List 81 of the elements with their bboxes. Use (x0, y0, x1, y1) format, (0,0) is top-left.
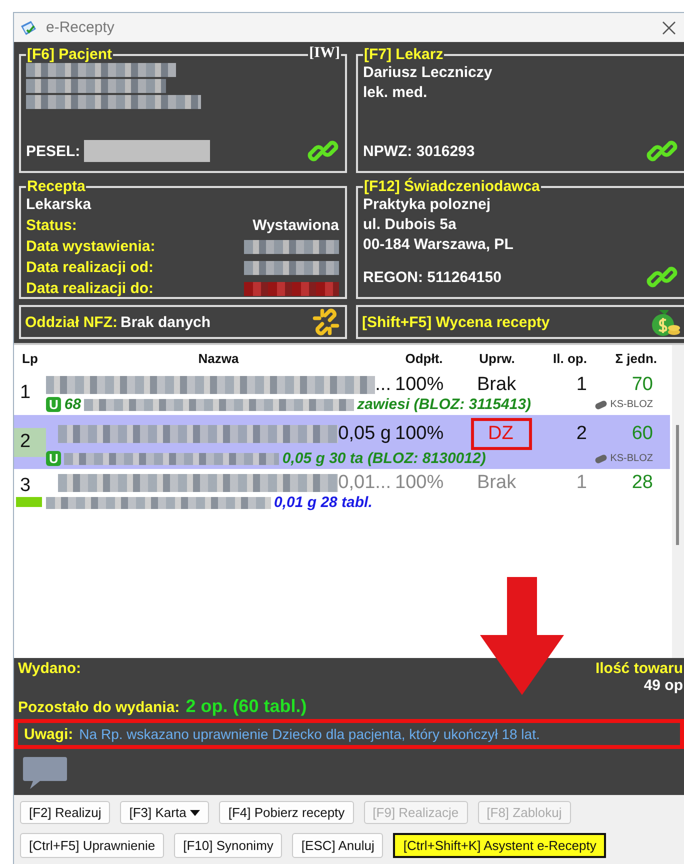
comment-icon[interactable] (22, 755, 68, 791)
table-cell-text: 100% (394, 423, 445, 445)
package-info: 0,05 g 30 ta (BLOZ: 8130012) (282, 450, 486, 467)
provider-info: 00-184 Warszawa, PL (363, 235, 514, 255)
entitlement-cell-text: Brak (476, 472, 518, 494)
table-cell-text: 1 (575, 472, 587, 494)
table-cell-text: 60 (630, 423, 654, 445)
column-header[interactable]: Σ jedn. (587, 350, 657, 366)
field-label: Data realizacji od: (26, 258, 154, 278)
nfz-value: Brak danych (120, 314, 211, 330)
window-title: e-Recepty (46, 19, 114, 36)
panel-title: [F7] Lekarz (363, 47, 444, 63)
status-value: Wystawiona (252, 216, 339, 236)
status-badge: U (46, 397, 62, 412)
table-cell-text: 3 (20, 474, 32, 496)
remaining-label: Pozostało do wydania: (18, 699, 180, 716)
scrollbar[interactable] (672, 345, 684, 658)
provider-id: REGON: 511264150 (363, 268, 502, 286)
drug-name-end: 0,01... (338, 472, 391, 494)
panel-title: [F6] Pacjent (26, 47, 114, 63)
toolbar-button[interactable]: [F4] Pobierz recepty (219, 801, 354, 824)
broken-link-icon[interactable] (311, 307, 341, 337)
table-cell-text: 100% (394, 472, 445, 494)
column-header[interactable]: Nazwa (46, 350, 391, 366)
panel-title: [F12] Świadczeniodawca (363, 179, 541, 195)
panel-title: Recepta (26, 179, 86, 195)
doctor-id: NPWZ: 3016293 (363, 142, 475, 160)
entitlement-cell: DZ (471, 418, 532, 450)
pricing-label: [Shift+F5] Wycena recepty (362, 314, 550, 330)
provider-info: Praktyka poloznej (363, 195, 492, 215)
status-bar-mark (16, 496, 42, 506)
source-label: KS-BLOZ (610, 399, 653, 410)
table-cell-text: 1 (575, 374, 587, 396)
stock-label: Ilość towaru (595, 660, 683, 677)
field-label: Data wystawienia: (26, 237, 156, 257)
source-label: KS-BLOZ (610, 453, 653, 464)
pricing-panel[interactable]: [Shift+F5] Wycena recepty (356, 305, 684, 339)
doctor-info: Dariusz Leczniczy (363, 63, 494, 83)
stock-value: 49 op (644, 677, 683, 694)
provider-info: ul. Dubois 5a (363, 215, 458, 235)
pill-icon (594, 400, 608, 410)
field-label: Oddział NFZ: (25, 314, 118, 330)
toolbar-button[interactable]: [Ctrl+Shift+K] Asystent e-Recepty (393, 833, 606, 858)
notes-label: Uwagi: (24, 726, 74, 742)
column-header[interactable]: Lp (14, 350, 46, 366)
toolbar-button[interactable]: [ESC] Anuluj (292, 833, 384, 858)
table-row[interactable]: 1 ... 100% Brak 1 70 U 68 zawiesi (BLOZ: 3115413) KS-BLOZ (14, 371, 670, 415)
entitlement-cell-text: Brak (476, 374, 518, 396)
patient-tag: [IW] (308, 45, 341, 62)
toolbar-button[interactable]: [F3] Karta (120, 801, 210, 824)
field-label: Status: (26, 216, 77, 236)
dispensed-label: Wydano: (18, 660, 82, 679)
toolbar-button[interactable]: [F10] Synonimy (174, 833, 282, 858)
table-cell-text: 2 (575, 423, 587, 445)
table-cell-text: 70 (630, 374, 654, 396)
package-info: zawiesi (BLOZ: 3115413) (357, 396, 532, 413)
field-label: Data realizacji do: (26, 279, 154, 299)
caret-icon (190, 810, 200, 816)
drug-name-end: ... (375, 374, 391, 396)
remaining-value: 2 op. (60 tabl.) (186, 696, 307, 717)
notes-text: Na Rp. wskazano uprawnienie Dziecko dla pacjenta, który ukończył 18 lat. (79, 726, 540, 742)
table-row[interactable]: 3 0,01... 100% Brak 1 28 0,01 g 28 tabl. (14, 469, 670, 513)
doctor-info: lek. med. (363, 83, 428, 103)
toolbar-button[interactable]: [F2] Realizuj (20, 801, 110, 824)
close-icon[interactable] (662, 20, 676, 34)
pesel-label: PESEL: (26, 142, 80, 160)
drug-name-end: 0,05 g (338, 423, 391, 445)
table-cell-text: 28 (630, 472, 654, 494)
column-header[interactable]: Uprw. (457, 350, 537, 366)
table-cell-text: 1 (20, 382, 32, 404)
table-cell-text: 2 (20, 430, 32, 452)
package-info: 68 (64, 396, 82, 413)
column-header[interactable]: Odpłt. (391, 350, 457, 366)
table-cell-text: 100% (394, 374, 445, 396)
prescription-type: Lekarska (26, 195, 92, 215)
column-header[interactable]: Il. op. (537, 350, 587, 366)
table-row[interactable]: 2 0,05 g 100% DZ 2 60 U 0,05 g 30 ta (BLOZ: 8130012) KS-BLOZ (14, 415, 670, 469)
pill-icon (594, 454, 608, 464)
toolbar-button[interactable]: [Ctrl+F5] Uprawnienie (20, 833, 164, 858)
package-info: 0,01 g 28 tabl. (274, 494, 372, 511)
status-badge: U (46, 451, 62, 466)
